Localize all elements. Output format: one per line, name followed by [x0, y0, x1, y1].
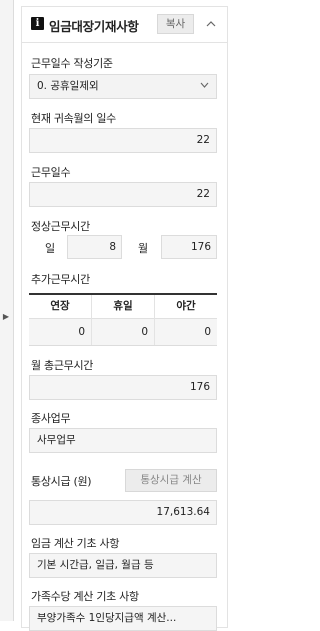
wage-ledger-panel: i 임금대장기재사항 복사 근무일수 작성기준 0. 공휴일제외 현재 귀속월의…	[21, 6, 228, 631]
days-in-month-label: 현재 귀속월의 일수	[31, 112, 116, 125]
work-days-label: 근무일수	[31, 166, 71, 179]
total-monthly-hours-field[interactable]: 176	[29, 375, 217, 400]
family-allowance-basis-field[interactable]: 부양가족수 1인당지급액 계산...	[29, 606, 217, 631]
column-divider	[91, 295, 92, 345]
holiday-hours-cell[interactable]: 0	[92, 319, 154, 345]
wage-basis-label: 임금 계산 기초 사항	[31, 537, 120, 550]
job-label: 종사업무	[31, 412, 71, 425]
expand-arrow-icon[interactable]: ▶	[2, 308, 10, 326]
collapsed-side-rail[interactable]: ▶	[0, 0, 14, 621]
ordinary-wage-label: 통상시급 (원)	[31, 475, 92, 488]
column-header-holiday: 휴일	[113, 300, 133, 312]
family-allowance-basis-label: 가족수당 계산 기초 사항	[31, 590, 139, 603]
additional-hours-label: 추가근무시간	[31, 273, 90, 286]
work-days-basis-value: 0. 공휴일제외	[37, 80, 99, 92]
column-divider	[154, 295, 155, 345]
overtime-hours-cell[interactable]: 0	[29, 319, 91, 345]
regular-hours-day-field[interactable]: 8	[67, 235, 122, 259]
panel-title: 임금대장기재사항	[49, 19, 139, 34]
table-header: 연장 휴일 야간	[29, 295, 217, 319]
collapse-chevron-up-icon[interactable]	[200, 14, 222, 34]
regular-hours-month-label: 월	[138, 242, 149, 255]
table-row: 0 0 0	[29, 319, 217, 346]
additional-hours-table: 연장 휴일 야간 0 0 0	[29, 293, 217, 346]
info-icon: i	[31, 17, 44, 30]
wage-basis-field[interactable]: 기본 시간급, 일급, 월급 등	[29, 553, 217, 578]
job-field[interactable]: 사무업무	[29, 428, 217, 453]
column-header-overtime: 연장	[50, 300, 70, 312]
chevron-down-icon	[200, 75, 209, 98]
work-days-field[interactable]: 22	[29, 182, 217, 207]
night-hours-cell[interactable]: 0	[155, 319, 217, 345]
days-in-month-field[interactable]: 22	[29, 128, 217, 153]
copy-button[interactable]: 복사	[157, 14, 194, 34]
calculate-ordinary-wage-button[interactable]: 통상시급 계산	[125, 469, 217, 492]
regular-hours-month-field[interactable]: 176	[161, 235, 217, 259]
panel-header: i 임금대장기재사항 복사	[22, 7, 227, 43]
total-monthly-hours-label: 월 총근무시간	[31, 359, 94, 372]
regular-hours-label: 정상근무시간	[31, 220, 90, 233]
ordinary-wage-field[interactable]: 17,613.64	[29, 500, 217, 525]
work-days-basis-select[interactable]: 0. 공휴일제외	[29, 74, 217, 99]
column-header-night: 야간	[176, 300, 196, 312]
work-days-basis-label: 근무일수 작성기준	[31, 57, 113, 70]
regular-hours-day-label: 일	[45, 242, 56, 255]
